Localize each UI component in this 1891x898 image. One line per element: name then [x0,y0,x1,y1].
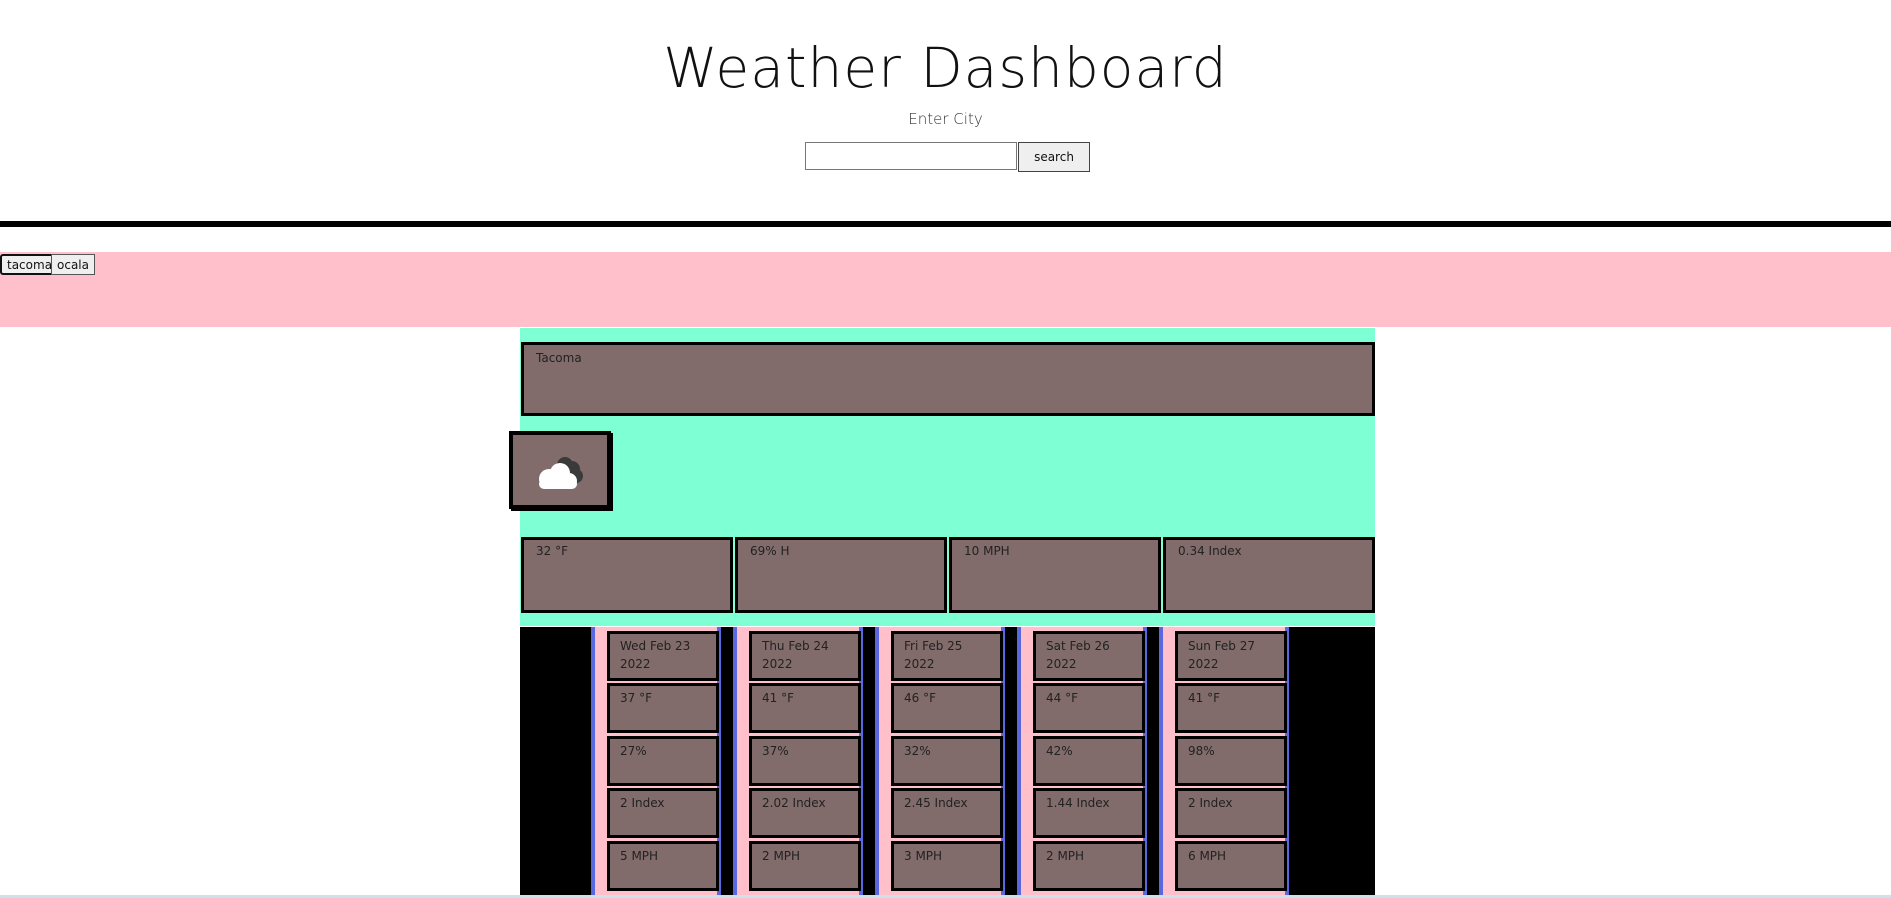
forecast-uv: 2.02 Index [749,788,861,838]
search-label: Enter City [908,110,983,128]
search-button[interactable]: search [1018,142,1090,172]
current-temp: 32 °F [521,537,733,613]
current-uv: 0.34 Index [1163,537,1375,613]
forecast-temp: 37 °F [607,683,719,733]
forecast-temp: 44 °F [1033,683,1145,733]
forecast-day: Thu Feb 24 2022 41 °F 37% 2.02 Index 2 M… [733,627,863,898]
forecast-humidity: 37% [749,736,861,786]
forecast-uv: 1.44 Index [1033,788,1145,838]
forecast-uv: 2 Index [607,788,719,838]
forecast-humidity: 42% [1033,736,1145,786]
cloud-icon [539,457,583,489]
forecast-date: Thu Feb 24 2022 [749,631,861,681]
forecast-date: Sat Feb 26 2022 [1033,631,1145,681]
forecast-wind: 3 MPH [891,841,1003,891]
forecast-uv: 2 Index [1175,788,1287,838]
forecast-wind: 5 MPH [607,841,719,891]
forecast-day: Wed Feb 23 2022 37 °F 27% 2 Index 5 MPH [591,627,721,898]
forecast-wind: 6 MPH [1175,841,1287,891]
forecast-wind: 2 MPH [749,841,861,891]
search-input[interactable] [805,142,1017,170]
forecast-temp: 41 °F [1175,683,1287,733]
forecast-temp: 46 °F [891,683,1003,733]
forecast-day: Sun Feb 27 2022 41 °F 98% 2 Index 6 MPH [1159,627,1289,898]
forecast-day: Fri Feb 25 2022 46 °F 32% 2.45 Index 3 M… [875,627,1005,898]
forecast-uv: 2.45 Index [891,788,1003,838]
current-wind: 10 MPH [949,537,1161,613]
history-button-ocala[interactable]: ocala [51,254,95,275]
forecast-date: Fri Feb 25 2022 [891,631,1003,681]
forecast-humidity: 27% [607,736,719,786]
forecast-day: Sat Feb 26 2022 44 °F 42% 1.44 Index 2 M… [1017,627,1147,898]
forecast-wind: 2 MPH [1033,841,1145,891]
forecast-temp: 41 °F [749,683,861,733]
current-city: Tacoma [521,342,1375,416]
page-title: Weather Dashboard [663,36,1228,100]
forecast-humidity: 32% [891,736,1003,786]
current-city-name: Tacoma [536,351,582,365]
weather-icon-box [509,431,611,509]
forecast-date: Wed Feb 23 2022 [607,631,719,681]
search-history: tacoma ocala [0,252,1891,327]
forecast-humidity: 98% [1175,736,1287,786]
current-weather: Tacoma 32 °F 69% H 10 MPH 0.34 Index [509,328,1375,626]
forecast-date: Sun Feb 27 2022 [1175,631,1287,681]
header: Weather Dashboard Enter City search [0,0,1891,222]
forecast: Wed Feb 23 2022 37 °F 27% 2 Index 5 MPH … [520,627,1375,898]
divider [0,221,1891,227]
current-humidity: 69% H [735,537,947,613]
